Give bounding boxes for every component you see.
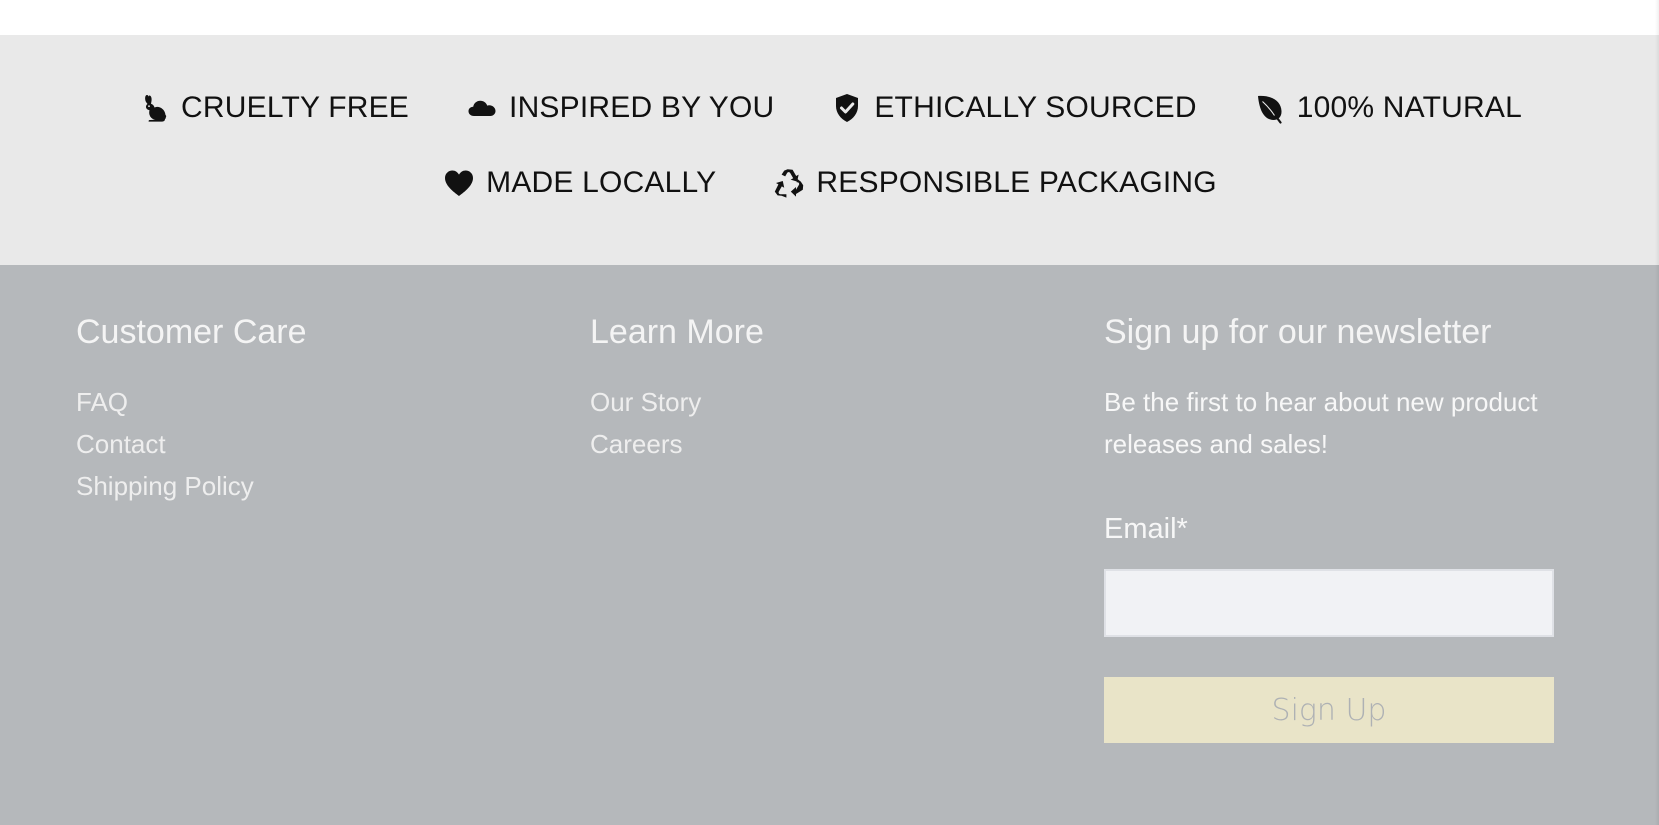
site-footer: Customer Care FAQ Contact Shipping Polic… (0, 265, 1659, 825)
leaf-icon (1253, 91, 1287, 125)
list-item: Careers (590, 423, 764, 465)
our-story-link[interactable]: Our Story (590, 387, 701, 417)
cloud-icon (465, 91, 499, 125)
feature-label: ETHICALLY SOURCED (874, 91, 1197, 124)
features-row-2: MADE LOCALLY RESPONSIBLE PACKAGING (0, 166, 1659, 200)
feature-label: 100% NATURAL (1296, 91, 1522, 124)
heart-icon (442, 166, 476, 200)
customer-care-column: Customer Care FAQ Contact Shipping Polic… (76, 311, 307, 507)
careers-link[interactable]: Careers (590, 429, 682, 459)
faq-link[interactable]: FAQ (76, 387, 128, 417)
learn-more-column: Learn More Our Story Careers (590, 311, 764, 465)
sign-up-button[interactable]: Sign Up (1104, 677, 1554, 743)
contact-link[interactable]: Contact (76, 429, 166, 459)
feature-label: CRUELTY FREE (181, 91, 410, 124)
list-item: Contact (76, 423, 307, 465)
learn-more-heading: Learn More (590, 313, 764, 351)
feature-label: INSPIRED BY YOU (509, 91, 775, 124)
feature-label: MADE LOCALLY (486, 166, 717, 199)
feature-100-natural: 100% NATURAL (1253, 91, 1522, 125)
newsletter-heading: Sign up for our newsletter (1104, 313, 1492, 351)
shipping-policy-link[interactable]: Shipping Policy (76, 471, 254, 501)
feature-cruelty-free: CRUELTY FREE (137, 91, 409, 125)
recycle-icon (772, 166, 806, 200)
learn-more-links: Our Story Careers (590, 381, 764, 465)
list-item: Shipping Policy (76, 465, 307, 507)
list-item: FAQ (76, 381, 307, 423)
feature-made-locally: MADE LOCALLY (442, 166, 716, 200)
features-row-1: CRUELTY FREE INSPIRED BY YOU ETHICALLY S… (0, 91, 1659, 125)
customer-care-links: FAQ Contact Shipping Policy (76, 381, 307, 507)
feature-inspired-by-you: INSPIRED BY YOU (465, 91, 774, 125)
feature-ethically-sourced: ETHICALLY SOURCED (830, 91, 1197, 125)
top-strip (0, 0, 1659, 35)
scroll-edge-shadow (1655, 0, 1659, 825)
feature-responsible-packaging: RESPONSIBLE PACKAGING (772, 166, 1217, 200)
feature-label: RESPONSIBLE PACKAGING (816, 166, 1217, 199)
email-field[interactable] (1104, 569, 1554, 637)
newsletter-description: Be the first to hear about new product r… (1104, 387, 1538, 459)
email-label: Email* (1104, 513, 1188, 545)
customer-care-heading: Customer Care (76, 313, 307, 351)
newsletter-column: Sign up for our newsletter Be the first … (1104, 311, 1604, 743)
rabbit-icon (137, 91, 171, 125)
features-bar: CRUELTY FREE INSPIRED BY YOU ETHICALLY S… (0, 35, 1659, 265)
list-item: Our Story (590, 381, 764, 423)
shield-check-icon (830, 91, 864, 125)
